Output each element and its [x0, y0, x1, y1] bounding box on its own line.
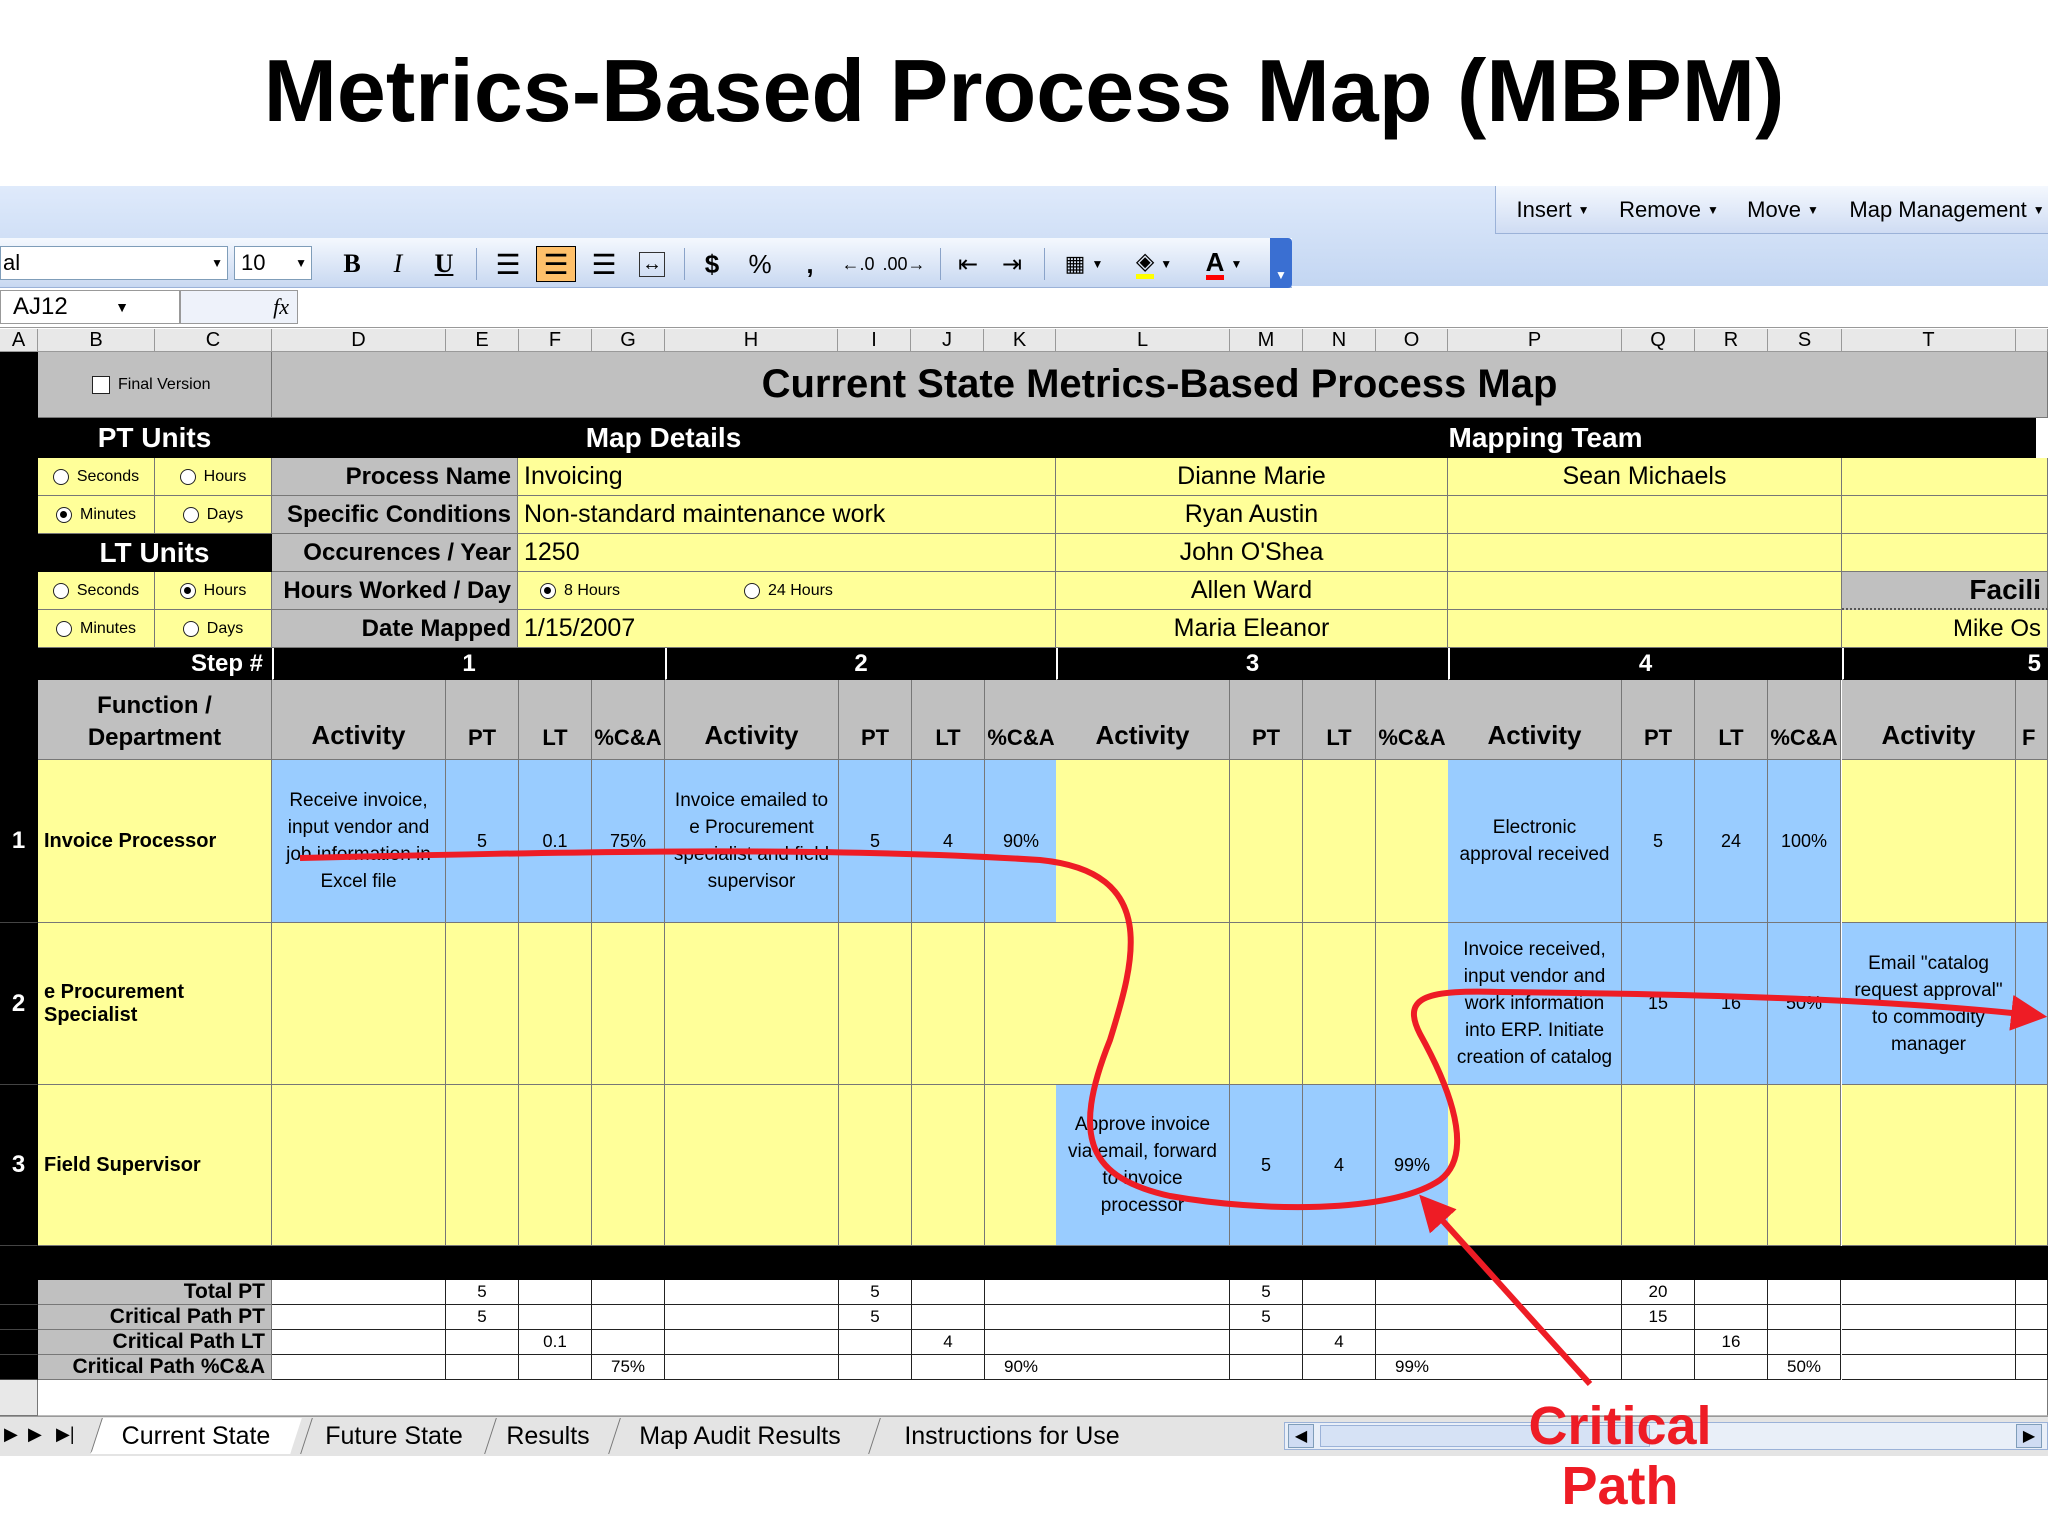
tab-nav-last-icon[interactable]: ▶ [28, 1424, 42, 1445]
tab-label[interactable]: Future State [306, 1418, 482, 1454]
scroll-left-icon[interactable]: ◀ [1288, 1424, 1314, 1448]
tab-label[interactable]: Results [490, 1418, 606, 1454]
tab-label[interactable]: Current State [96, 1418, 296, 1454]
critical-path-line [299, 848, 2048, 1211]
critical-path-label: Critical Path [1528, 1396, 1712, 1516]
critical-path-overlay [299, 848, 2048, 1387]
scroll-right-icon[interactable]: ▶ [2016, 1424, 2042, 1448]
tab-label[interactable]: Map Audit Results [614, 1418, 866, 1454]
callout-arrow [1419, 1194, 1593, 1387]
slide: { "slide_title": "Metrics-Based Process … [0, 0, 2048, 1536]
tab-label[interactable]: Instructions for Use [874, 1418, 1150, 1454]
tab-nav-prev-icon[interactable]: ▶ [4, 1424, 18, 1445]
tab-nav-end-icon[interactable]: ▶| [56, 1424, 75, 1445]
